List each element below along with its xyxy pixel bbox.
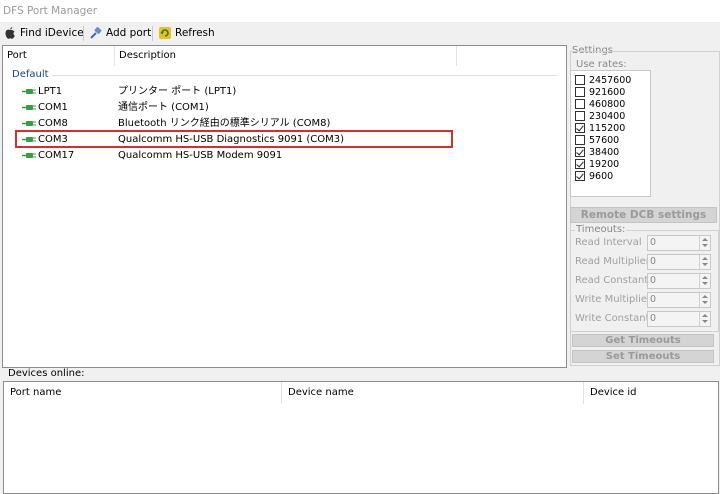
spinner-arrows-icon[interactable] — [699, 236, 710, 250]
remote-dcb-settings-button[interactable]: Remote DCB settings — [570, 207, 717, 223]
rate-option[interactable]: 38400 — [575, 146, 619, 158]
timeout-label: Read Multiplier: — [575, 256, 654, 267]
port-row[interactable]: COM1 通信ポート (COM1) — [0, 100, 560, 115]
rate-label: 19200 — [589, 158, 620, 170]
port-connector-icon — [22, 105, 36, 110]
port-name: LPT1 — [38, 86, 63, 97]
devices-online-label: Devices online: — [8, 368, 85, 379]
rate-checkbox[interactable] — [575, 99, 585, 109]
timeout-label: Write Multiplier: — [575, 294, 655, 305]
rate-option[interactable]: 57600 — [575, 134, 619, 146]
highlight-annotation — [15, 130, 453, 148]
rate-checkbox[interactable] — [575, 159, 585, 169]
write-multiplier-spinner[interactable]: 0 — [647, 292, 711, 308]
add-port-button[interactable]: Add port — [89, 25, 151, 41]
rate-option[interactable]: 115200 — [575, 122, 625, 134]
rate-label: 38400 — [589, 146, 620, 158]
rate-checkbox[interactable] — [575, 135, 585, 145]
get-timeouts-button[interactable]: Get Timeouts — [572, 334, 714, 347]
timeout-label: Read Interval — [575, 237, 642, 248]
rate-label: 230400 — [589, 110, 626, 122]
column-header-port[interactable]: Port — [3, 46, 115, 66]
set-timeouts-button[interactable]: Set Timeouts — [572, 350, 714, 363]
column-header-device-id[interactable]: Device id — [584, 382, 716, 404]
apple-icon — [3, 26, 17, 40]
port-connector-icon — [22, 153, 36, 158]
port-name: COM1 — [38, 102, 68, 113]
port-connector-icon — [22, 89, 36, 94]
refresh-button[interactable]: Refresh — [158, 25, 215, 41]
column-header-device-name[interactable]: Device name — [282, 382, 584, 404]
refresh-icon — [158, 26, 172, 40]
write-constant-spinner[interactable]: 0 — [647, 311, 711, 327]
rate-label: 921600 — [589, 86, 626, 98]
rate-option[interactable]: 19200 — [575, 158, 619, 170]
spinner-value: 0 — [650, 313, 657, 324]
rate-label: 115200 — [589, 122, 626, 134]
spinner-arrows-icon[interactable] — [699, 293, 710, 307]
rate-checkbox[interactable] — [575, 75, 585, 85]
group-divider — [52, 75, 557, 76]
port-row[interactable]: COM17 Qualcomm HS-USB Modem 9091 — [0, 148, 560, 163]
refresh-label: Refresh — [175, 27, 215, 39]
port-row[interactable]: COM8 Bluetooth リンク経由の標準シリアル (COM8) — [0, 116, 560, 131]
port-description: 通信ポート (COM1) — [118, 102, 209, 113]
use-rates-title: Use rates: — [575, 59, 628, 70]
spinner-value: 0 — [650, 294, 657, 305]
column-header-description[interactable]: Description — [115, 46, 457, 66]
spinner-value: 0 — [650, 256, 657, 267]
spinner-value: 0 — [650, 275, 657, 286]
port-description: プリンター ポート (LPT1) — [118, 86, 237, 97]
read-interval-spinner[interactable]: 0 — [647, 235, 711, 251]
window-title: DFS Port Manager — [3, 5, 98, 17]
rate-checkbox[interactable] — [575, 123, 585, 133]
group-default: Default — [12, 69, 49, 80]
port-name: COM17 — [38, 150, 75, 161]
plug-icon — [89, 26, 103, 40]
find-idevice-button[interactable]: Find iDevice — [3, 25, 84, 41]
rates-list: 2457600 921600 460800 230400 115200 5760… — [570, 70, 651, 197]
port-row[interactable]: LPT1 プリンター ポート (LPT1) — [0, 84, 560, 99]
port-connector-icon — [22, 121, 36, 126]
devices-list[interactable]: Port name Device name Device id — [3, 381, 719, 494]
rate-checkbox[interactable] — [575, 147, 585, 157]
rate-option[interactable]: 921600 — [575, 86, 625, 98]
rate-option[interactable]: 230400 — [575, 110, 625, 122]
rate-label: 57600 — [589, 134, 620, 146]
rate-checkbox[interactable] — [575, 111, 585, 121]
rate-option[interactable]: 2457600 — [575, 74, 631, 86]
column-header-port-name[interactable]: Port name — [4, 382, 282, 404]
find-idevice-label: Find iDevice — [20, 27, 84, 39]
rate-label: 9600 — [589, 170, 614, 182]
rate-option[interactable]: 460800 — [575, 98, 625, 110]
timeout-label: Read Constant: — [575, 275, 652, 286]
read-multiplier-spinner[interactable]: 0 — [647, 254, 711, 270]
toolbar-separator — [83, 26, 84, 41]
rate-label: 460800 — [589, 98, 626, 110]
port-name: COM8 — [38, 118, 68, 129]
spinner-arrows-icon[interactable] — [699, 255, 710, 269]
port-description: Bluetooth リンク経由の標準シリアル (COM8) — [118, 118, 331, 129]
spinner-value: 0 — [650, 237, 657, 248]
toolbar-separator — [152, 26, 153, 41]
rate-option[interactable]: 9600 — [575, 170, 613, 182]
rate-checkbox[interactable] — [575, 87, 585, 97]
read-constant-spinner[interactable]: 0 — [647, 273, 711, 289]
timeout-label: Write Constant: — [575, 313, 653, 324]
port-description: Qualcomm HS-USB Modem 9091 — [118, 150, 283, 161]
toolbar: Find iDevice Add port Refresh — [0, 22, 720, 44]
timeouts-title: Timeouts: — [575, 224, 627, 235]
rate-checkbox[interactable] — [575, 171, 585, 181]
add-port-label: Add port — [106, 27, 152, 39]
spinner-arrows-icon[interactable] — [699, 274, 710, 288]
title-bar: DFS Port Manager — [0, 0, 720, 22]
rate-label: 2457600 — [589, 74, 632, 86]
spinner-arrows-icon[interactable] — [699, 312, 710, 326]
